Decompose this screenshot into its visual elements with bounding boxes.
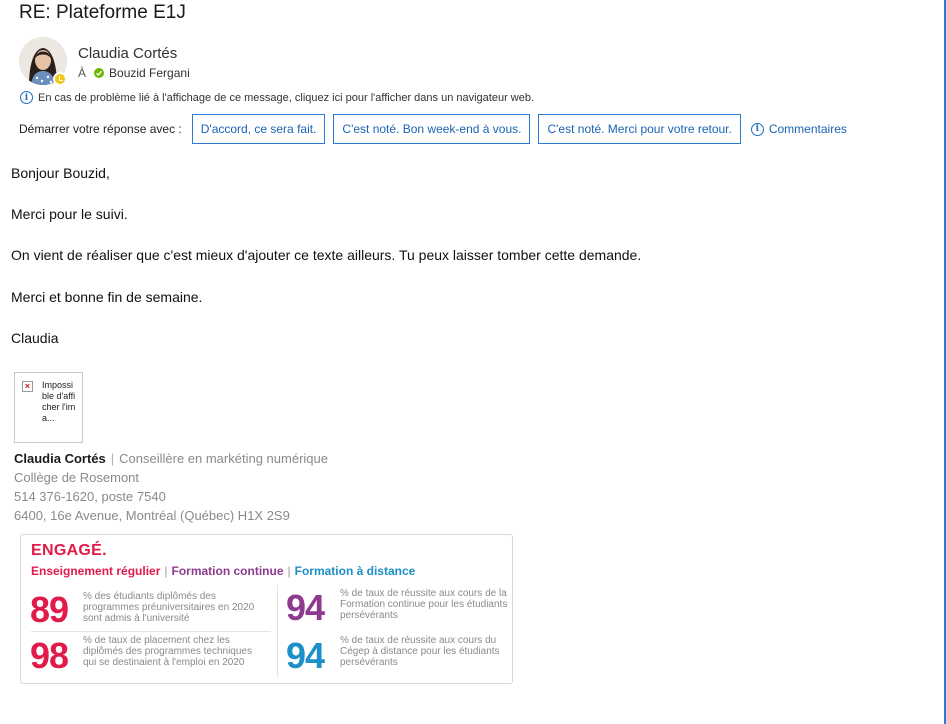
signature-name: Claudia Cortés	[14, 451, 106, 466]
stat-divider	[31, 631, 271, 632]
stat-number: 98	[30, 635, 69, 676]
signature-name-line: Claudia Cortés | Conseillère en markéting …	[14, 451, 328, 466]
info-message[interactable]: En cas de problème lié à l'affichage de …	[38, 92, 534, 104]
suggested-replies: Démarrer votre réponse avec : D'accord, …	[19, 114, 847, 144]
reply-label: Démarrer votre réponse avec :	[19, 122, 182, 136]
banner-tag: Formation continue	[171, 564, 284, 578]
broken-image-alt: Impossible d'afficher l'ima...	[42, 380, 76, 423]
banner-tag: Enseignement régulier	[31, 564, 161, 578]
body-greeting: Bonjour Bouzid,	[11, 165, 110, 181]
stat-description: % de taux de réussite aux cours du Cégep…	[340, 635, 500, 668]
banner-tags: Enseignement régulier | Formation continue…	[31, 564, 416, 578]
info-icon: i	[750, 122, 764, 136]
signature-banner[interactable]: ENGAGÉ. Enseignement régulier | Formation …	[20, 534, 513, 684]
stat-divider	[277, 585, 278, 677]
stat-number: 89	[30, 589, 69, 630]
signature-address: 6400, 16e Avenue, Montréal (Québec) H1X …	[14, 508, 290, 523]
info-bar[interactable]: i En cas de problème lié à l'affichage d…	[20, 91, 534, 104]
broken-image: × Impossible d'afficher l'ima...	[14, 372, 83, 443]
presence-away-icon	[53, 72, 67, 86]
info-icon: i	[20, 91, 33, 104]
signature-org: Collège de Rosemont	[14, 470, 140, 485]
email-subject: RE: Plateforme E1J	[19, 2, 186, 23]
stat-description: % de taux de réussite aux cours de la Fo…	[340, 588, 508, 621]
comments-button[interactable]: i Commentaires	[750, 122, 847, 136]
comments-label: Commentaires	[768, 122, 847, 136]
available-check-icon	[94, 68, 105, 78]
body-closing: Claudia	[11, 330, 59, 346]
banner-title: ENGAGÉ.	[31, 542, 107, 559]
stat-description: % des étudiants diplômés des programmes …	[83, 591, 255, 624]
to-label: À	[78, 66, 87, 80]
body-paragraph: On vient de réaliser que c'est mieux d'a…	[11, 247, 642, 263]
broken-image-icon: ×	[22, 381, 33, 392]
stat-number: 94	[286, 587, 325, 628]
signature-separator: |	[110, 451, 115, 466]
signature-phone[interactable]: 514 376-1620, poste 7540	[14, 489, 166, 504]
suggested-reply-button[interactable]: C'est noté. Bon week-end à vous.	[333, 114, 531, 144]
recipient-line: À Bouzid Fergani	[78, 66, 190, 80]
suggested-reply-button[interactable]: C'est noté. Merci pour votre retour.	[538, 114, 741, 144]
suggested-reply-button[interactable]: D'accord, ce sera fait.	[191, 114, 326, 144]
recipient-name[interactable]: Bouzid Fergani	[109, 66, 190, 80]
stat-number: 94	[286, 635, 325, 676]
banner-tag: Formation à distance	[294, 564, 416, 578]
body-paragraph: Merci pour le suivi.	[11, 206, 128, 222]
body-paragraph: Merci et bonne fin de semaine.	[11, 289, 203, 305]
sender-name[interactable]: Claudia Cortés	[78, 45, 177, 62]
signature-title: Conseillère en markéting numérique	[119, 451, 328, 466]
stat-description: % de taux de placement chez les diplômés…	[83, 635, 252, 668]
